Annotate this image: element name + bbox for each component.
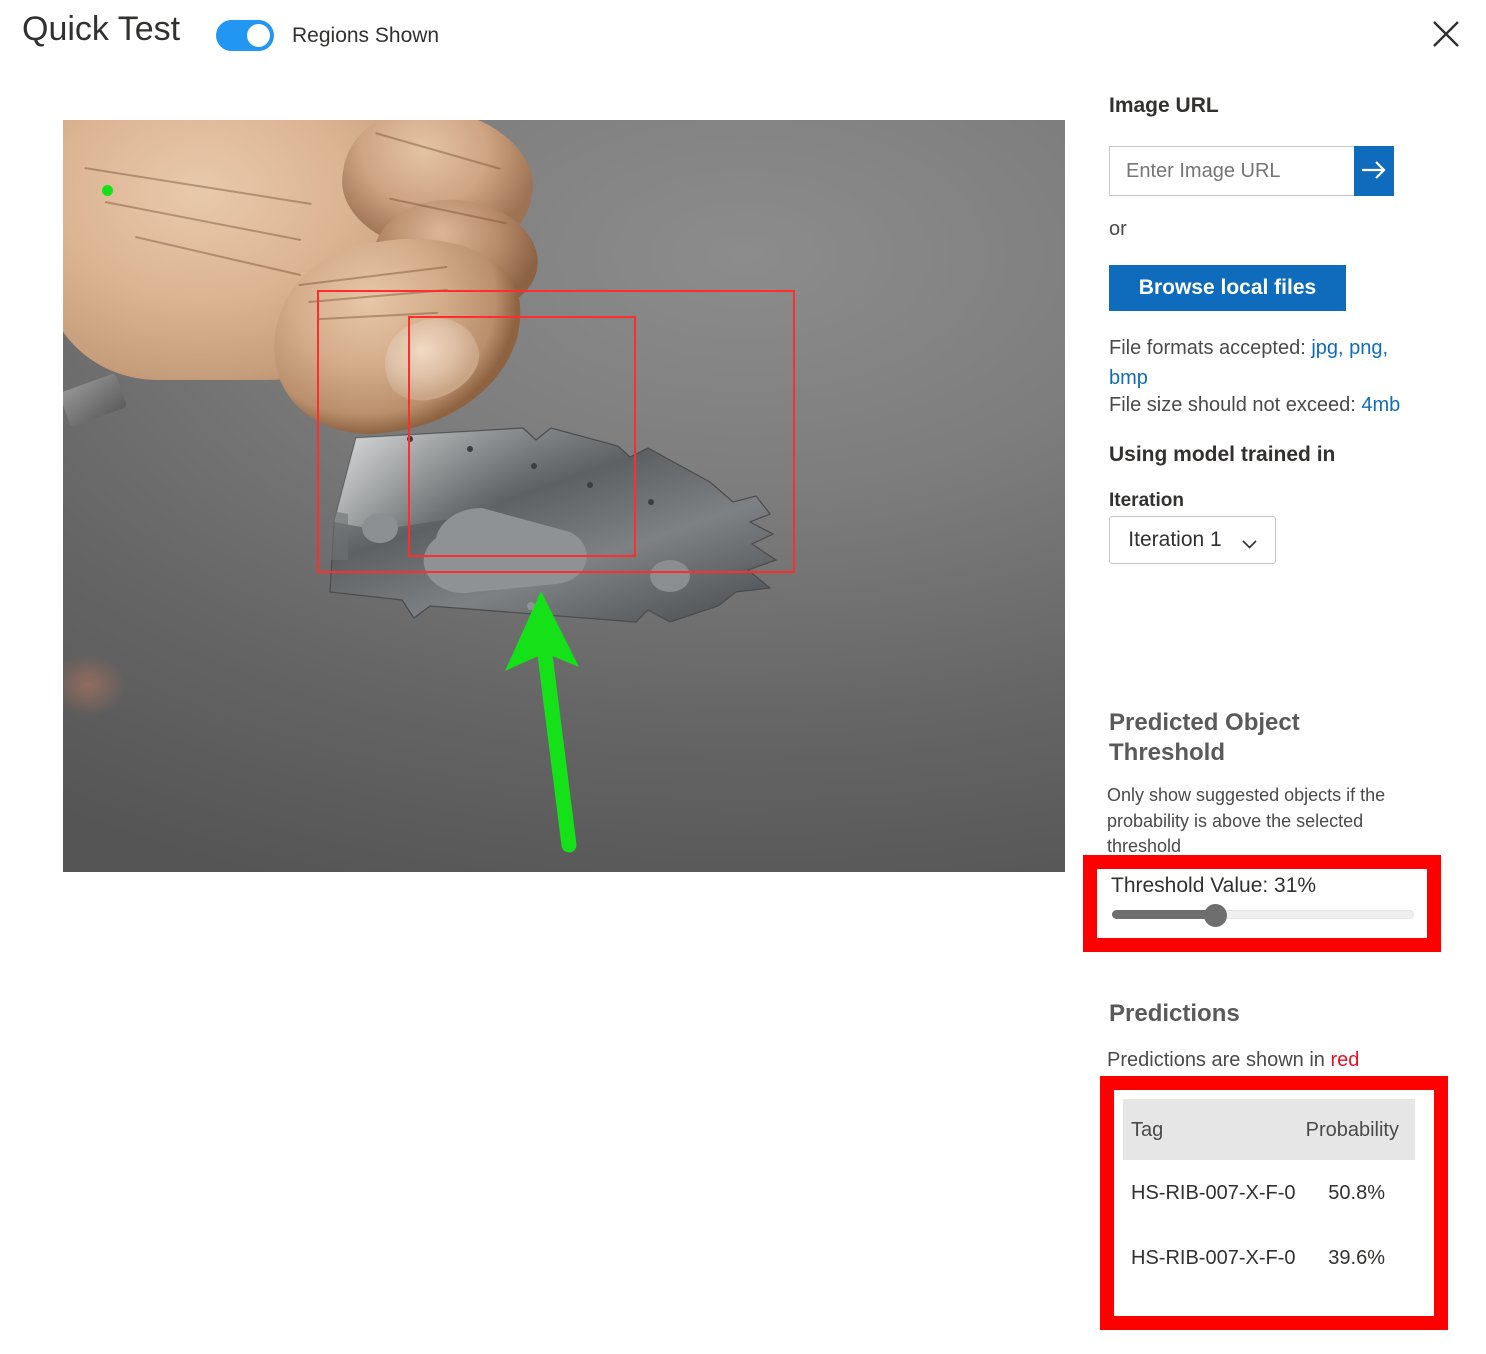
predictions-heading: Predictions xyxy=(1109,1000,1240,1027)
threshold-value-label: Threshold Value: 31% xyxy=(1111,874,1317,897)
threshold-highlight-box xyxy=(1083,855,1441,952)
predictions-subtitle-prefix: Predictions are shown in xyxy=(1107,1049,1331,1071)
prediction-tag: HS-RIB-007-X-F-0 xyxy=(1123,1225,1302,1290)
iteration-selected-value: Iteration 1 xyxy=(1128,528,1222,551)
green-arrow-annotation xyxy=(483,575,603,860)
predictions-subtitle: Predictions are shown in red xyxy=(1107,1049,1359,1072)
prediction-box-inner xyxy=(408,316,636,557)
file-formats-prefix: File formats accepted: xyxy=(1109,337,1312,359)
regions-shown-label: Regions Shown xyxy=(292,23,440,47)
header: Quick Test Regions Shown xyxy=(0,0,1486,80)
threshold-description: Only show suggested objects if the proba… xyxy=(1107,785,1386,857)
quick-test-panel: Quick Test Regions Shown Image URL Enter… xyxy=(0,0,1486,1354)
regions-shown-toggle[interactable] xyxy=(216,20,274,51)
using-model-label: Using model trained in xyxy=(1109,443,1336,466)
close-button[interactable] xyxy=(1420,8,1472,60)
threshold-heading: Predicted Object Threshold xyxy=(1109,709,1300,767)
image-url-input[interactable] xyxy=(1109,146,1354,196)
toggle-knob xyxy=(247,24,270,47)
predictions-color-word: red xyxy=(1330,1049,1360,1071)
test-image xyxy=(63,120,1065,872)
file-size-prefix: File size should not exceed: xyxy=(1109,394,1362,416)
threshold-slider[interactable] xyxy=(1112,902,1414,929)
green-dot-marker xyxy=(102,185,113,196)
column-header-probability: Probability xyxy=(1301,1099,1415,1160)
file-size-value[interactable]: 4mb xyxy=(1361,394,1400,416)
prediction-tag: HS-RIB-007-X-F-0 xyxy=(1123,1160,1302,1225)
arrow-right-icon xyxy=(1360,159,1388,184)
slider-fill xyxy=(1112,910,1216,919)
iteration-label: Iteration xyxy=(1109,490,1184,511)
or-divider-text: or xyxy=(1109,218,1127,240)
file-size-text: File size should not exceed: 4mb xyxy=(1109,394,1439,417)
prediction-probability: 50.8% xyxy=(1301,1160,1415,1225)
submit-url-button[interactable] xyxy=(1354,146,1394,196)
table-row[interactable]: HS-RIB-007-X-F-0 50.8% xyxy=(1123,1160,1415,1225)
test-image-viewer[interactable] xyxy=(63,120,1065,872)
predictions-table: Tag Probability HS-RIB-007-X-F-0 50.8% H… xyxy=(1123,1099,1415,1290)
image-url-label: Image URL xyxy=(1109,94,1219,117)
page-title: Quick Test xyxy=(22,10,181,48)
prediction-probability: 39.6% xyxy=(1301,1225,1415,1290)
table-row[interactable]: HS-RIB-007-X-F-0 39.6% xyxy=(1123,1225,1415,1290)
column-header-tag: Tag xyxy=(1123,1099,1302,1160)
image-url-row xyxy=(1109,146,1394,196)
browse-local-files-button[interactable]: Browse local files xyxy=(1109,265,1346,311)
iteration-select[interactable]: Iteration 1 xyxy=(1109,516,1276,564)
predictions-header-row: Tag Probability xyxy=(1123,1099,1415,1160)
regions-shown-toggle-group: Regions Shown xyxy=(216,20,439,51)
file-formats-text: File formats accepted: jpg, png, bmp xyxy=(1109,334,1419,393)
close-icon xyxy=(1431,19,1461,49)
chevron-down-icon xyxy=(1242,536,1257,549)
